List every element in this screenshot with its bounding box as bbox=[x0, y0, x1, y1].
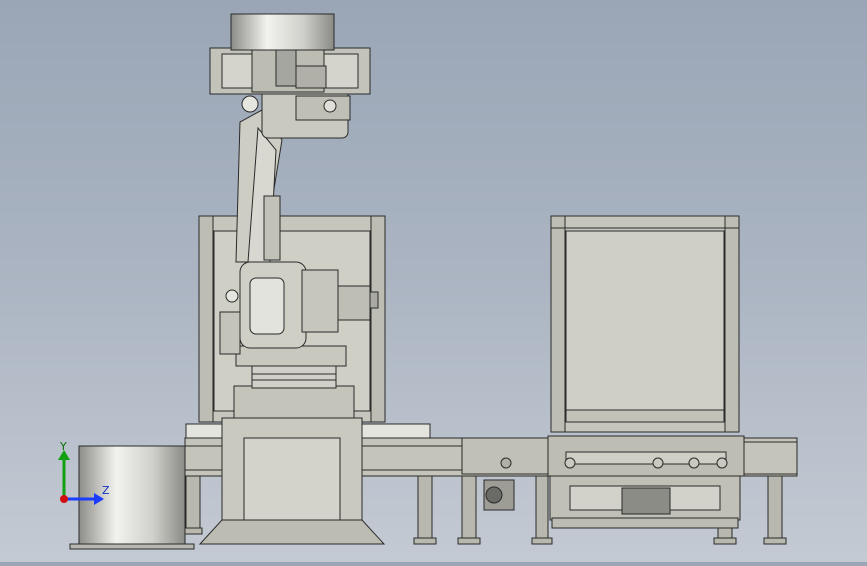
cad-viewport[interactable]: Y Z bbox=[0, 0, 867, 562]
held-drum bbox=[230, 13, 335, 51]
y-axis-label: Y bbox=[60, 440, 67, 453]
right-guard-frame bbox=[550, 215, 740, 433]
z-axis-label: Z bbox=[102, 484, 110, 497]
axis-triad: Y Z bbox=[52, 440, 122, 510]
transfer-unit bbox=[483, 475, 741, 529]
robot-pedestal bbox=[198, 417, 386, 545]
triad-origin bbox=[60, 495, 68, 503]
assembly-drawing bbox=[69, 13, 798, 550]
robot-base bbox=[233, 345, 355, 419]
